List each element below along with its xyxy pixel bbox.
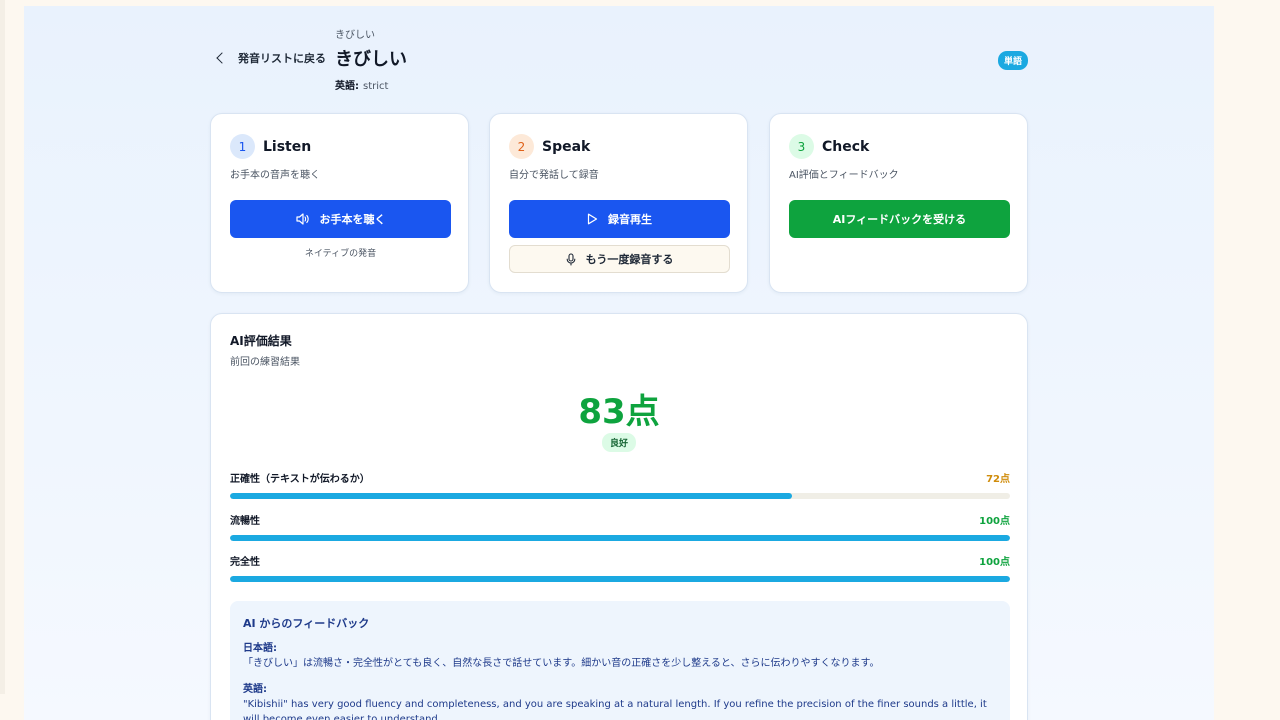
metric-bar-fill bbox=[230, 576, 1010, 582]
total-score: 83点 bbox=[578, 392, 660, 432]
word-header: 発音リストに戻る きびしい きびしい 英語: strict 単語 bbox=[210, 6, 1028, 110]
word-title: きびしい bbox=[335, 49, 407, 70]
record-again-button[interactable]: もう一度録音する bbox=[509, 245, 730, 273]
metric-value: 100点 bbox=[979, 557, 1010, 568]
ai-result-card: AI評価結果 前回の練習結果 83点 良好 正確性（テキストが伝わるか） 72点… bbox=[210, 313, 1028, 720]
step-card-listen: 1 Listen お手本の音声を聴く お手本を聴く ネイティブの発音 bbox=[210, 113, 469, 293]
metric-label: 完全性 bbox=[230, 557, 260, 568]
feedback-ja-label: 日本語: bbox=[243, 643, 277, 654]
metric-label: 正確性（テキストが伝わるか） bbox=[230, 474, 370, 485]
metric-bar bbox=[230, 576, 1010, 582]
step-header: 3 Check bbox=[789, 134, 869, 159]
play-button-label: 録音再生 bbox=[608, 213, 652, 226]
ai-feedback-box: AI からのフィードバック 日本語: 「きびしい」は流暢さ・完全性がとても良く、… bbox=[230, 601, 1010, 720]
feedback-ja-text: 「きびしい」は流暢さ・完全性がとても良く、自然な長さで話せています。細かい音の正… bbox=[243, 658, 880, 669]
back-label: 発音リストに戻る bbox=[238, 52, 326, 65]
step-number: 3 bbox=[789, 134, 814, 159]
listen-button-label: お手本を聴く bbox=[319, 213, 386, 226]
metric-bar bbox=[230, 493, 1010, 499]
step-card-check: 3 Check AI評価とフィードバック AIフィードバックを受ける bbox=[769, 113, 1028, 293]
english-label: 英語: bbox=[335, 81, 359, 92]
practice-page: 発音リストに戻る きびしい きびしい 英語: strict 単語 1 Listen… bbox=[24, 6, 1214, 720]
step-title: Check bbox=[822, 138, 870, 155]
step-description: 自分で発話して録音 bbox=[509, 170, 599, 181]
feedback-en-text: "Kibishii" has very good fluency and com… bbox=[243, 699, 987, 720]
step-title: Speak bbox=[542, 138, 591, 155]
speaker-icon bbox=[295, 213, 309, 225]
step-description: お手本の音声を聴く bbox=[230, 170, 320, 181]
metric-value: 100点 bbox=[979, 516, 1010, 527]
result-title: AI評価結果 bbox=[230, 334, 292, 348]
microphone-icon bbox=[566, 252, 576, 266]
step-title: Listen bbox=[263, 138, 312, 155]
main-content: 発音リストに戻る きびしい きびしい 英語: strict 単語 1 Listen… bbox=[210, 6, 1028, 720]
native-caption: ネイティブの発音 bbox=[304, 249, 377, 259]
step-header: 2 Speak bbox=[509, 134, 590, 159]
metric-label: 流暢性 bbox=[230, 516, 260, 527]
play-icon bbox=[587, 213, 598, 225]
step-number: 2 bbox=[509, 134, 534, 159]
ai-feedback-button[interactable]: AIフィードバックを受ける bbox=[789, 200, 1010, 238]
step-header: 1 Listen bbox=[230, 134, 311, 159]
metric-value: 72点 bbox=[986, 474, 1010, 485]
step-number: 1 bbox=[230, 134, 255, 159]
record-again-label: もう一度録音する bbox=[585, 253, 674, 266]
english-value: strict bbox=[363, 81, 389, 92]
step-card-speak: 2 Speak 自分で発話して録音 録音再生 もう一度録音する bbox=[489, 113, 748, 293]
metric-accuracy: 正確性（テキストが伝わるか） 72点 bbox=[230, 470, 1010, 499]
metric-completeness: 完全性 100点 bbox=[230, 553, 1010, 582]
feedback-title: AI からのフィードバック bbox=[243, 617, 370, 630]
grade-badge: 良好 bbox=[601, 433, 637, 452]
back-to-list-link[interactable]: 発音リストに戻る bbox=[216, 50, 326, 66]
word-english: 英語: strict bbox=[335, 77, 407, 92]
listen-sample-button[interactable]: お手本を聴く bbox=[230, 200, 451, 238]
metric-fluency: 流暢性 100点 bbox=[230, 512, 1010, 541]
ai-feedback-label: AIフィードバックを受ける bbox=[832, 213, 967, 226]
window-edge bbox=[0, 0, 5, 694]
chevron-left-icon bbox=[216, 52, 228, 64]
play-recording-button[interactable]: 録音再生 bbox=[509, 200, 730, 238]
metric-bar-fill bbox=[230, 493, 792, 499]
word-info: きびしい きびしい 英語: strict bbox=[335, 26, 407, 92]
metric-bar bbox=[230, 535, 1010, 541]
word-type-badge: 単語 bbox=[997, 51, 1028, 70]
result-subtitle: 前回の練習結果 bbox=[230, 357, 300, 368]
step-description: AI評価とフィードバック bbox=[789, 170, 899, 181]
feedback-en-label: 英語: bbox=[243, 684, 267, 695]
word-reading: きびしい bbox=[335, 30, 375, 41]
practice-steps: 1 Listen お手本の音声を聴く お手本を聴く ネイティブの発音 2 Spe… bbox=[210, 113, 1028, 293]
metric-bar-fill bbox=[230, 535, 1010, 541]
